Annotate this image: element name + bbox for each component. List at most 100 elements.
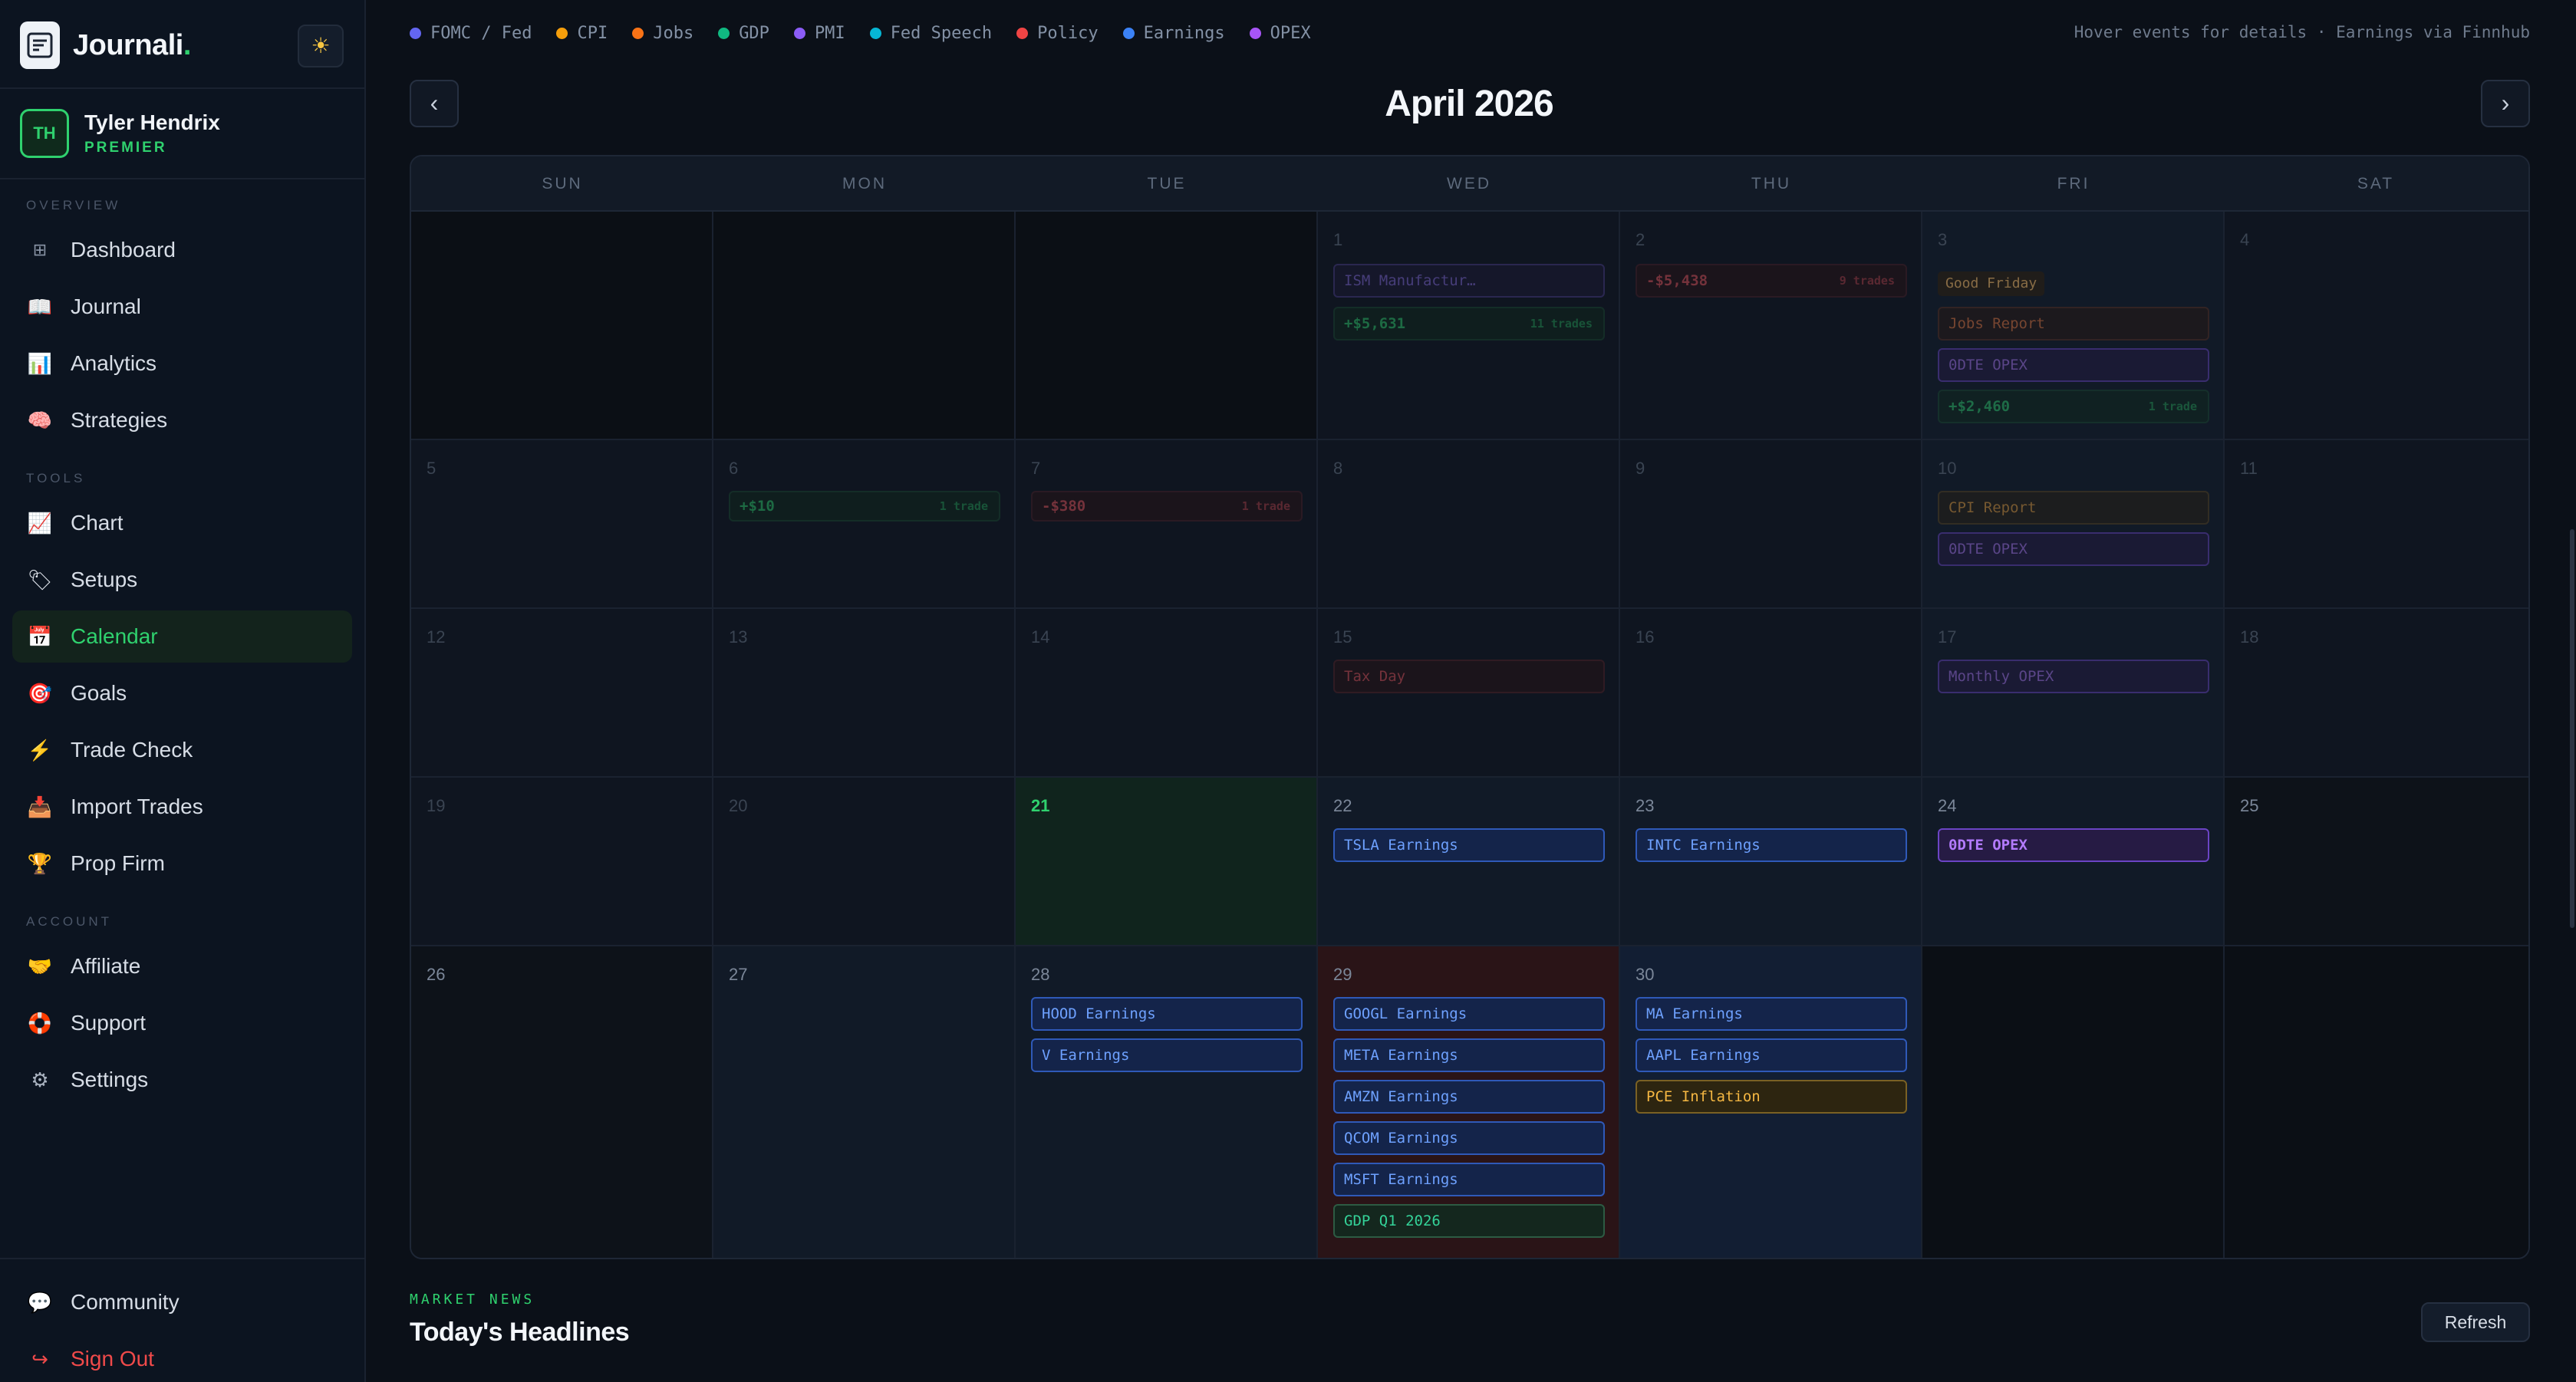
legend-item-fed-speech[interactable]: Fed Speech <box>869 24 992 43</box>
calendar-cell-apr-8[interactable]: 8 <box>1318 440 1620 609</box>
sidebar-item-chart[interactable]: 📈 Chart <box>12 497 352 549</box>
sidebar-item-strategies[interactable]: 🧠 Strategies <box>12 394 352 446</box>
user-tier-badge: PREMIER <box>84 140 167 156</box>
sidebar-item-settings[interactable]: ⚙ Settings <box>12 1054 352 1106</box>
calendar-cell-apr-7[interactable]: 7 -$380 1 trade <box>1016 440 1318 609</box>
prev-month-button[interactable]: ‹ <box>410 80 459 127</box>
event-chip-gdp[interactable]: GDP Q1 2026 <box>1333 1204 1605 1238</box>
event-chip-earnings[interactable]: MSFT Earnings <box>1333 1163 1605 1196</box>
event-chip-earnings[interactable]: INTC Earnings <box>1636 828 1907 862</box>
sidebar-item-dashboard[interactable]: ⊞ Dashboard <box>12 224 352 276</box>
brand-header: Journali. ☀ <box>0 0 364 89</box>
event-chip-opex[interactable]: 0DTE OPEX <box>1938 348 2209 382</box>
calendar-cell-apr-22[interactable]: 22 TSLA Earnings <box>1318 778 1620 946</box>
calendar-cell-apr-5[interactable]: 5 <box>411 440 713 609</box>
event-chip-earnings[interactable]: AAPL Earnings <box>1636 1038 1907 1072</box>
calendar-cell-apr-3[interactable]: 3 Good Friday Jobs Report 0DTE OPEX +$2,… <box>1922 212 2225 440</box>
calendar-cell-apr-11[interactable]: 11 <box>2225 440 2528 609</box>
sidebar-item-sign-out[interactable]: ↪ Sign Out <box>12 1333 352 1382</box>
calendar-cell-apr-10[interactable]: 10 CPI Report 0DTE OPEX <box>1922 440 2225 609</box>
day-number: 17 <box>1938 627 1957 647</box>
calendar-cell-apr-14[interactable]: 14 <box>1016 609 1318 778</box>
month-title: April 2026 <box>1385 84 1553 124</box>
page-scrollbar[interactable] <box>2570 529 2574 928</box>
pnl-chip-positive[interactable]: +$2,460 1 trade <box>1938 390 2209 423</box>
legend-item-gdp[interactable]: GDP <box>718 24 769 43</box>
calendar-cell-apr-26[interactable]: 26 <box>411 946 713 1258</box>
bar-chart-icon: 📊 <box>27 351 53 375</box>
sidebar-item-goals[interactable]: 🎯 Goals <box>12 667 352 719</box>
calendar-cell-apr-30[interactable]: 30 MA Earnings AAPL Earnings PCE Inflati… <box>1620 946 1922 1258</box>
sidebar-item-analytics[interactable]: 📊 Analytics <box>12 337 352 390</box>
calendar-cell-apr-12[interactable]: 12 <box>411 609 713 778</box>
sidebar-item-setups[interactable]: 🏷 Setups <box>12 554 352 606</box>
pnl-chip-positive[interactable]: +$5,631 11 trades <box>1333 307 1605 341</box>
event-chip-policy[interactable]: Tax Day <box>1333 660 1605 693</box>
journal-logo-icon[interactable] <box>20 21 60 69</box>
calendar-cell-apr-2[interactable]: 2 -$5,438 9 trades <box>1620 212 1922 440</box>
event-chip-earnings[interactable]: MA Earnings <box>1636 997 1907 1031</box>
legend-item-fomc[interactable]: FOMC / Fed <box>410 24 532 43</box>
calendar-cell-apr-23[interactable]: 23 INTC Earnings <box>1620 778 1922 946</box>
event-chip-opex[interactable]: 0DTE OPEX <box>1938 532 2209 566</box>
next-month-button[interactable]: › <box>2481 80 2530 127</box>
calendar-cell-apr-19[interactable]: 19 <box>411 778 713 946</box>
event-chip-earnings[interactable]: V Earnings <box>1031 1038 1303 1072</box>
event-chip-pmi[interactable]: ISM Manufactur… <box>1333 264 1605 298</box>
legend-item-jobs[interactable]: Jobs <box>632 24 693 43</box>
pnl-chip-negative[interactable]: -$380 1 trade <box>1031 491 1303 522</box>
event-chip-earnings[interactable]: GOOGL Earnings <box>1333 997 1605 1031</box>
calendar-cell-apr-16[interactable]: 16 <box>1620 609 1922 778</box>
day-number: 16 <box>1636 627 1655 647</box>
sidebar-item-support[interactable]: 🛟 Support <box>12 997 352 1049</box>
sign-out-icon: ↪ <box>31 1347 48 1370</box>
calendar-cell-apr-4[interactable]: 4 <box>2225 212 2528 440</box>
sidebar-item-import-trades[interactable]: 📥 Import Trades <box>12 781 352 833</box>
sidebar-item-calendar[interactable]: 📅 Calendar <box>12 610 352 663</box>
sidebar-item-community[interactable]: 💬 Community <box>12 1276 352 1328</box>
sidebar-item-affiliate[interactable]: 🤝 Affiliate <box>12 940 352 992</box>
pnl-chip-positive[interactable]: +$10 1 trade <box>729 491 1000 522</box>
sidebar: Journali. ☀ TH Tyler Hendrix PREMIER OVE… <box>0 0 366 1382</box>
calendar-cell-apr-9[interactable]: 9 <box>1620 440 1922 609</box>
event-chip-earnings[interactable]: META Earnings <box>1333 1038 1605 1072</box>
theme-toggle-sun-icon[interactable]: ☀ <box>298 25 344 67</box>
sidebar-item-prop-firm[interactable]: 🏆 Prop Firm <box>12 837 352 890</box>
legend-item-opex[interactable]: OPEX <box>1249 24 1311 43</box>
refresh-button[interactable]: Refresh <box>2421 1302 2530 1342</box>
calendar-cell-apr-20[interactable]: 20 <box>713 778 1016 946</box>
legend-item-policy[interactable]: Policy <box>1016 24 1099 43</box>
calendar-cell-apr-13[interactable]: 13 <box>713 609 1016 778</box>
event-chip-earnings[interactable]: AMZN Earnings <box>1333 1080 1605 1114</box>
legend-item-pmi[interactable]: PMI <box>793 24 845 43</box>
brand-name[interactable]: Journali. <box>73 29 191 62</box>
event-chip-jobs[interactable]: Jobs Report <box>1938 307 2209 341</box>
calendar-cell-apr-6[interactable]: 6 +$10 1 trade <box>713 440 1016 609</box>
legend-dot-icon <box>632 27 644 39</box>
calendar-cell-apr-25[interactable]: 25 <box>2225 778 2528 946</box>
legend-item-earnings[interactable]: Earnings <box>1122 24 1225 43</box>
calendar-cell-today[interactable]: 21 <box>1016 778 1318 946</box>
user-profile[interactable]: TH Tyler Hendrix PREMIER <box>0 89 364 179</box>
calendar-cell-apr-27[interactable]: 27 <box>713 946 1016 1258</box>
calendar-cell-apr-1[interactable]: 1 ISM Manufactur… +$5,631 11 trades <box>1318 212 1620 440</box>
event-chip-earnings[interactable]: QCOM Earnings <box>1333 1121 1605 1155</box>
pnl-chip-negative[interactable]: -$5,438 9 trades <box>1636 264 1907 298</box>
calendar-cell-apr-28[interactable]: 28 HOOD Earnings V Earnings <box>1016 946 1318 1258</box>
event-chip-earnings[interactable]: HOOD Earnings <box>1031 997 1303 1031</box>
day-number: 24 <box>1938 796 1957 815</box>
calendar-cell-apr-17[interactable]: 17 Monthly OPEX <box>1922 609 2225 778</box>
calendar-cell-apr-24[interactable]: 24 0DTE OPEX <box>1922 778 2225 946</box>
calendar-cell-apr-29[interactable]: 29 GOOGL Earnings META Earnings AMZN Ear… <box>1318 946 1620 1258</box>
legend-item-cpi[interactable]: CPI <box>556 24 608 43</box>
calendar-cell-apr-15[interactable]: 15 Tax Day <box>1318 609 1620 778</box>
event-chip-opex[interactable]: 0DTE OPEX <box>1938 828 2209 862</box>
sidebar-item-trade-check[interactable]: ⚡ Trade Check <box>12 724 352 776</box>
event-chip-earnings[interactable]: TSLA Earnings <box>1333 828 1605 862</box>
event-chip-opex[interactable]: Monthly OPEX <box>1938 660 2209 693</box>
sidebar-item-journal[interactable]: 📖 Journal <box>12 281 352 333</box>
event-chip-pce[interactable]: PCE Inflation <box>1636 1080 1907 1114</box>
legend-dot-icon <box>1122 27 1135 39</box>
calendar-cell-apr-18[interactable]: 18 <box>2225 609 2528 778</box>
event-chip-cpi[interactable]: CPI Report <box>1938 491 2209 525</box>
